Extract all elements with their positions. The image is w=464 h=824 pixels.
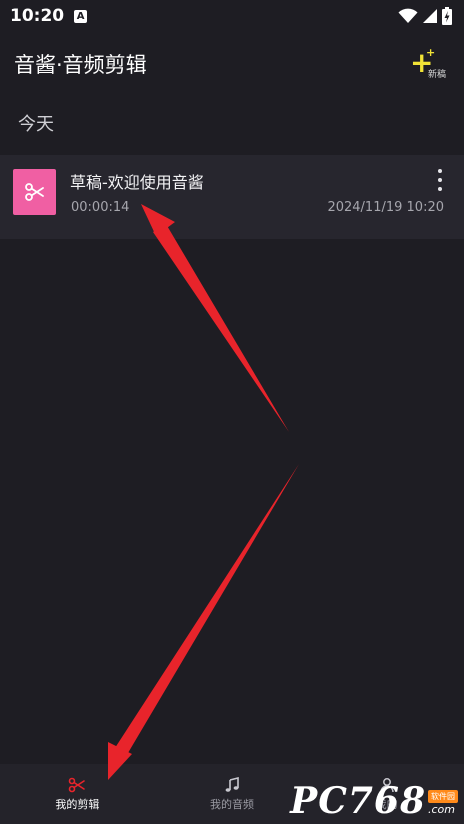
watermark-brand: PC768: [290, 780, 426, 822]
more-dot: [438, 178, 442, 182]
status-time: 10:20: [10, 6, 65, 26]
cell-signal-icon: [423, 9, 437, 23]
arrow-to-tab: [108, 464, 299, 780]
watermark-logo: PC768 软件园 .com: [290, 782, 458, 820]
tab-label: 我的剪辑: [55, 797, 100, 811]
wifi-icon: [398, 8, 418, 23]
new-draft-label: 新稿: [428, 70, 447, 80]
more-options-icon[interactable]: [434, 169, 446, 191]
app-header: 音酱·音频剪辑 + + 新稿: [0, 40, 464, 88]
more-dot: [438, 169, 442, 173]
watermark-badge: 软件园: [428, 790, 458, 803]
draft-list-item[interactable]: 草稿-欢迎使用音酱 00:00:14 2024/11/19 10:20: [0, 155, 464, 239]
status-bar: 10:20 A: [0, 0, 464, 32]
app-title: 音酱·音频剪辑: [14, 53, 147, 77]
music-note-icon: [225, 776, 239, 792]
plus-small-icon: +: [426, 46, 436, 59]
scissors-icon: [24, 183, 44, 201]
draft-title: 草稿-欢迎使用音酱: [70, 173, 204, 192]
notification-icon: A: [74, 9, 88, 23]
draft-duration: 00:00:14: [71, 200, 130, 215]
watermark-suffix: .com: [428, 803, 455, 816]
draft-date: 2024/11/19 10:20: [327, 200, 444, 215]
tab-label: 我的音频: [210, 797, 254, 811]
battery-icon: [442, 7, 452, 25]
tab-my-edits[interactable]: 我的剪辑: [0, 764, 155, 824]
draft-thumbnail: [13, 169, 56, 215]
section-label-today: 今天: [18, 114, 54, 135]
status-icons: [398, 7, 452, 25]
scissors-icon: [69, 777, 86, 792]
more-dot: [438, 187, 442, 191]
annotation-arrows: [108, 204, 299, 780]
tab-my-audio[interactable]: 我的音频: [155, 764, 310, 824]
new-draft-button[interactable]: + + 新稿: [410, 44, 450, 84]
